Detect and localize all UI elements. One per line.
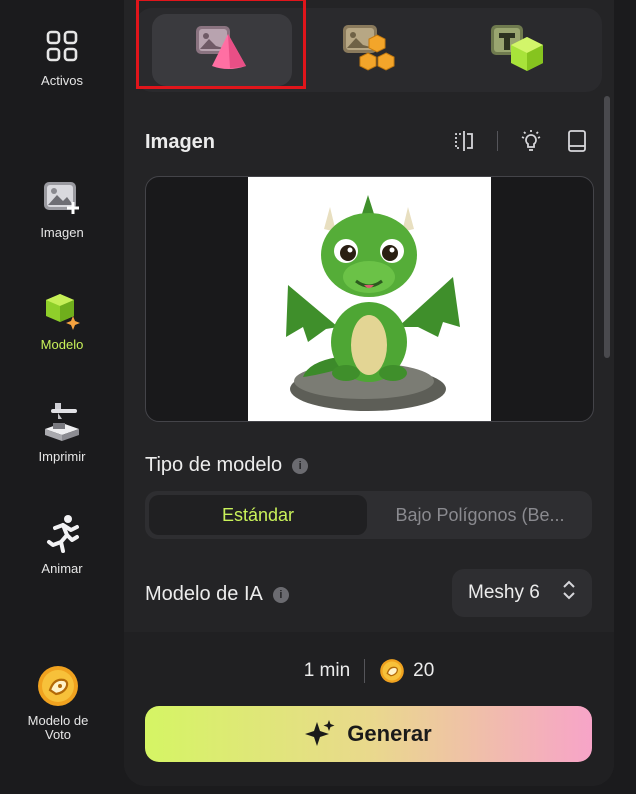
grid-icon <box>40 24 84 68</box>
tab-text-to-3d[interactable] <box>448 14 588 86</box>
book-icon[interactable] <box>564 128 590 154</box>
chevron-up-down-icon <box>562 580 576 606</box>
credit-coin-icon <box>379 658 405 684</box>
printer-3d-icon <box>40 400 84 444</box>
image-plus-icon <box>40 176 84 220</box>
vote-coin-icon <box>36 664 80 708</box>
rail-item-modelo[interactable]: Modelo <box>0 288 124 352</box>
generation-meta: 1 min 20 <box>124 658 614 684</box>
rail-item-activos[interactable]: Activos <box>0 24 124 88</box>
split-view-icon[interactable] <box>451 128 477 154</box>
rail-label-animar: Animar <box>41 561 83 576</box>
rail-label-modelo: Modelo <box>40 337 84 352</box>
option-estandar[interactable]: Estándar <box>149 495 367 535</box>
option-bajo-poligonos[interactable]: Bajo Polígonos (Be... <box>371 495 589 535</box>
ai-model-heading: Modelo de IA i <box>145 583 289 606</box>
green-dragon-image <box>248 177 491 421</box>
ai-model-title: Modelo de IA <box>145 583 263 605</box>
image-preview-area[interactable] <box>145 176 594 422</box>
rail-label-imprimir: Imprimir <box>38 449 86 464</box>
mode-tabs <box>136 8 602 92</box>
model-type-title: Tipo de modelo <box>145 454 283 476</box>
cube-sparkle-icon <box>40 288 84 332</box>
rail-label-imagen: Imagen <box>40 225 84 240</box>
image-toolbar <box>451 128 590 154</box>
meta-divider <box>364 659 366 683</box>
ai-model-select[interactable]: Meshy 6 <box>452 569 592 617</box>
info-icon[interactable]: i <box>272 586 289 603</box>
lightbulb-icon[interactable] <box>518 128 544 154</box>
scrollbar[interactable] <box>604 96 610 358</box>
model-type-heading: Tipo de modelo i <box>145 454 309 477</box>
credit-cost: 20 <box>413 660 435 681</box>
running-figure-icon <box>40 512 84 556</box>
image-section-title: Imagen <box>145 131 216 153</box>
tab-image-to-3d[interactable] <box>152 14 292 86</box>
rail-item-imagen[interactable]: Imagen <box>0 176 124 240</box>
image-cone-icon <box>194 24 250 77</box>
image-cubes-icon <box>341 23 399 78</box>
model-type-selector: Estándar Bajo Polígonos (Be... <box>145 491 592 539</box>
rail-label-activos: Activos <box>41 73 83 88</box>
rail-item-modelo-de-voto[interactable]: Modelo de Voto <box>0 664 120 742</box>
info-icon[interactable]: i <box>292 457 309 474</box>
sparkle-icon <box>305 719 335 749</box>
tab-multi-image-to-3d[interactable] <box>300 14 440 86</box>
ai-model-value: Meshy 6 <box>468 582 540 603</box>
generator-panel: Imagen Tipo de modelo i Estándar Bajo Po… <box>124 0 614 786</box>
generate-button[interactable]: Generar <box>145 706 592 762</box>
side-rail: Activos Imagen Modelo Imprimir Animar Mo… <box>0 0 124 794</box>
rail-item-imprimir[interactable]: Imprimir <box>0 400 124 464</box>
rail-label-modelo-de-voto: Modelo de Voto <box>27 713 89 742</box>
rail-item-animar[interactable]: Animar <box>0 512 124 576</box>
toolbar-divider <box>497 131 498 151</box>
time-estimate: 1 min <box>303 660 351 681</box>
generate-label: Generar <box>347 721 432 746</box>
text-cube-icon <box>489 23 547 78</box>
